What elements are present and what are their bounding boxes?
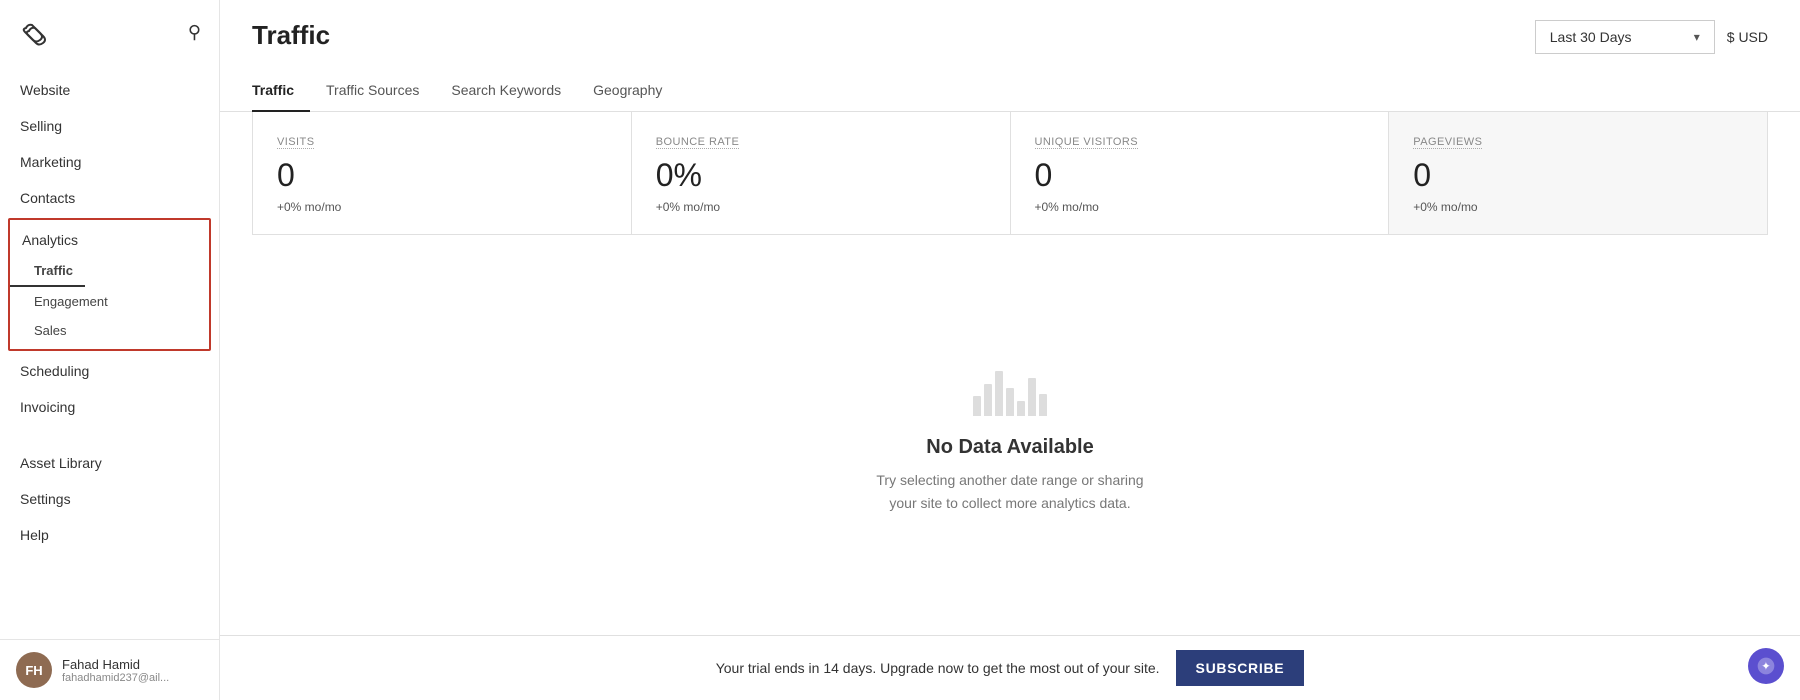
no-data-title: No Data Available xyxy=(926,436,1093,459)
sidebar-nav: Website Selling Marketing Contacts Analy… xyxy=(0,64,219,639)
header-right: Last 30 Days ▾ $ USD xyxy=(1535,20,1768,54)
tab-traffic[interactable]: Traffic xyxy=(252,70,310,112)
sidebar-item-settings[interactable]: Settings xyxy=(0,481,219,517)
user-info: Fahad Hamid fahadhamid237@ail... xyxy=(62,657,203,684)
chart-area: No Data Available Try selecting another … xyxy=(220,235,1800,635)
sidebar-item-help[interactable]: Help xyxy=(0,517,219,553)
sidebar-item-website[interactable]: Website xyxy=(0,72,219,108)
analytics-group: Analytics Traffic Engagement Sales xyxy=(8,218,211,351)
stat-pageviews: PAGEVIEWS 0 +0% mo/mo xyxy=(1389,112,1767,234)
no-data-description: Try selecting another date range or shar… xyxy=(876,469,1143,514)
user-email: fahadhamid237@ail... xyxy=(62,672,203,684)
sidebar-item-marketing[interactable]: Marketing xyxy=(0,144,219,180)
trial-banner: Your trial ends in 14 days. Upgrade now … xyxy=(220,635,1800,700)
sidebar-sub-item-sales[interactable]: Sales xyxy=(10,316,209,345)
tab-search-keywords[interactable]: Search Keywords xyxy=(435,70,577,112)
sidebar: ⚲ Website Selling Marketing Contacts Ana… xyxy=(0,0,220,700)
tabs: Traffic Traffic Sources Search Keywords … xyxy=(220,70,1800,112)
stat-unique-visitors-value: 0 xyxy=(1035,157,1365,194)
stat-pageviews-label: PAGEVIEWS xyxy=(1413,136,1482,149)
tab-geography[interactable]: Geography xyxy=(577,70,678,112)
stats-row: VISITS 0 +0% mo/mo BOUNCE RATE 0% +0% mo… xyxy=(252,112,1768,235)
stat-bounce-rate-value: 0% xyxy=(656,157,986,194)
stat-bounce-rate: BOUNCE RATE 0% +0% mo/mo xyxy=(632,112,1011,234)
search-icon[interactable]: ⚲ xyxy=(188,22,201,43)
subscribe-button[interactable]: SUBSCRIBE xyxy=(1176,650,1305,686)
avatar: FH xyxy=(16,652,52,688)
stat-visits-label: VISITS xyxy=(277,136,314,149)
bar-4 xyxy=(1006,388,1014,416)
main-header: Traffic Last 30 Days ▾ $ USD xyxy=(220,0,1800,54)
stat-visits-change: +0% mo/mo xyxy=(277,200,607,214)
help-chat-icon[interactable]: ✦ xyxy=(1748,648,1784,684)
stat-bounce-rate-label: BOUNCE RATE xyxy=(656,136,739,149)
sidebar-item-asset-library[interactable]: Asset Library xyxy=(0,445,219,481)
bar-1 xyxy=(973,396,981,416)
bar-6 xyxy=(1028,378,1036,416)
sidebar-user: FH Fahad Hamid fahadhamid237@ail... xyxy=(0,639,219,700)
currency-label: $ USD xyxy=(1727,29,1768,45)
trial-message: Your trial ends in 14 days. Upgrade now … xyxy=(716,660,1160,676)
bar-5 xyxy=(1017,401,1025,416)
stat-unique-visitors-label: UNIQUE VISITORS xyxy=(1035,136,1139,149)
sidebar-item-analytics[interactable]: Analytics xyxy=(10,224,209,256)
no-data-icon xyxy=(973,356,1047,416)
squarespace-logo[interactable] xyxy=(18,16,50,48)
page-title: Traffic xyxy=(252,20,330,51)
stat-visits-value: 0 xyxy=(277,157,607,194)
sidebar-top: ⚲ xyxy=(0,0,219,64)
date-selector[interactable]: Last 30 Days ▾ xyxy=(1535,20,1715,54)
bar-3 xyxy=(995,371,1003,416)
user-name: Fahad Hamid xyxy=(62,657,203,672)
stat-pageviews-value: 0 xyxy=(1413,157,1743,194)
stat-pageviews-change: +0% mo/mo xyxy=(1413,200,1743,214)
sidebar-item-scheduling[interactable]: Scheduling xyxy=(0,353,219,389)
avatar-initials: FH xyxy=(25,663,42,678)
tab-traffic-sources[interactable]: Traffic Sources xyxy=(310,70,435,112)
chevron-down-icon: ▾ xyxy=(1694,30,1700,44)
sidebar-item-selling[interactable]: Selling xyxy=(0,108,219,144)
sidebar-item-invoicing[interactable]: Invoicing xyxy=(0,389,219,425)
main-content: Traffic Last 30 Days ▾ $ USD Traffic Tra… xyxy=(220,0,1800,700)
stat-bounce-rate-change: +0% mo/mo xyxy=(656,200,986,214)
sidebar-sub-item-traffic[interactable]: Traffic xyxy=(10,256,85,287)
svg-text:✦: ✦ xyxy=(1761,660,1771,673)
sidebar-sub-item-engagement[interactable]: Engagement xyxy=(10,287,209,316)
sidebar-item-contacts[interactable]: Contacts xyxy=(0,180,219,216)
stat-unique-visitors-change: +0% mo/mo xyxy=(1035,200,1365,214)
stat-unique-visitors: UNIQUE VISITORS 0 +0% mo/mo xyxy=(1011,112,1390,234)
stat-visits: VISITS 0 +0% mo/mo xyxy=(253,112,632,234)
date-selector-label: Last 30 Days xyxy=(1550,29,1632,45)
bar-2 xyxy=(984,384,992,416)
bar-7 xyxy=(1039,394,1047,416)
